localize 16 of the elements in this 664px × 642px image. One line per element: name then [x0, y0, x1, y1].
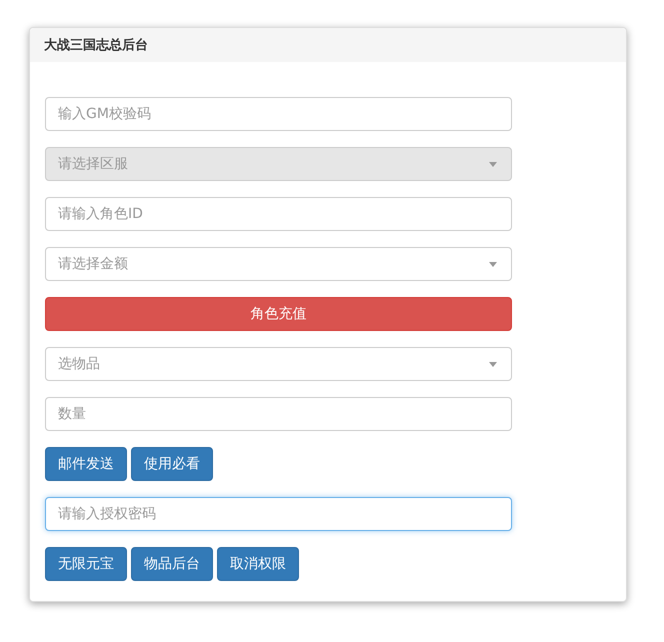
action-button[interactable]: 使用必看	[131, 447, 213, 481]
input-field[interactable]: 请输入授权密码	[45, 497, 512, 531]
caret-icon	[489, 262, 497, 266]
action-button[interactable]: 无限元宝	[45, 547, 127, 581]
input-field[interactable]: 请输入角色ID	[45, 197, 512, 231]
action-button[interactable]: 取消权限	[217, 547, 299, 581]
input-field[interactable]: 输入GM校验码	[45, 97, 512, 131]
panel-title: 大战三国志总后台	[44, 36, 148, 54]
select-field[interactable]: 请选择金额	[45, 247, 512, 281]
caret-icon	[489, 362, 497, 366]
recharge-button[interactable]: 角色充值	[45, 297, 512, 331]
caret-icon	[489, 162, 497, 166]
select-field[interactable]: 选物品	[45, 347, 512, 381]
input-field[interactable]: 数量	[45, 397, 512, 431]
action-button[interactable]: 物品后台	[131, 547, 213, 581]
action-button[interactable]: 邮件发送	[45, 447, 127, 481]
